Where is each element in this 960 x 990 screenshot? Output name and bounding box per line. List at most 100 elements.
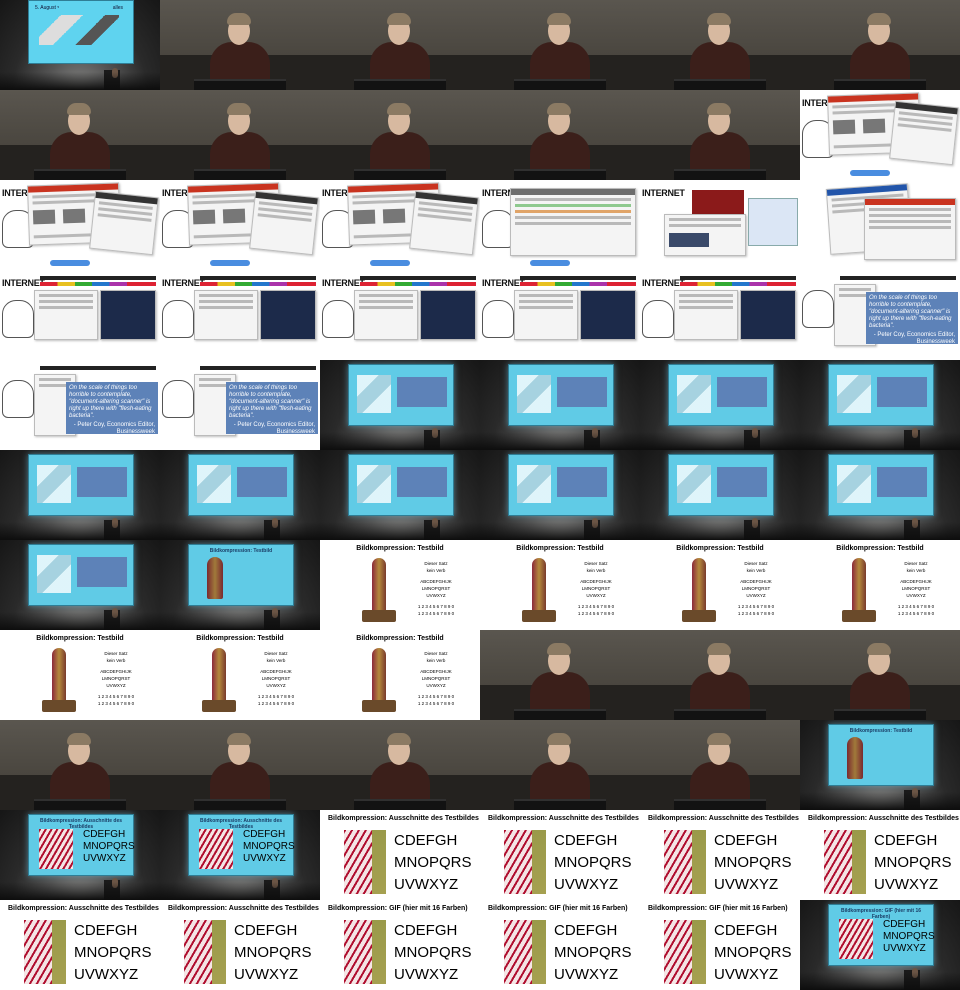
slide-website-collage-14: INTERNET [160, 180, 320, 270]
podium [834, 79, 926, 90]
slide-crop-60: Bildkompression: Ausschnitte des Testbil… [800, 810, 960, 900]
speaker-frame-52 [480, 720, 640, 810]
projection-frame-33 [320, 450, 480, 540]
podium [194, 799, 286, 810]
projected-slide [828, 454, 934, 516]
projected-slide: Bildkompression: Testbild [828, 724, 934, 786]
slide-website-collage-13: INTERNET [0, 180, 160, 270]
slide-crop-58: Bildkompression: Ausschnitte des Testbil… [480, 810, 640, 900]
speaker-frame-5 [640, 0, 800, 90]
slide-gif-65: Bildkompression: GIF (hier mit 16 Farben… [640, 900, 800, 990]
slide-testbild-44: Bildkompression: Testbild Dieser Satz ke… [160, 630, 320, 720]
plant-photo [522, 558, 556, 622]
slide-website-collage-22: INTERNET [480, 270, 640, 360]
speaker-frame-4 [480, 0, 640, 90]
projected-slide [348, 364, 454, 426]
projected-slide: Bildkompression: GIF (hier mit 16 Farben… [828, 904, 935, 966]
podium [674, 799, 766, 810]
slide-website-collage-17: INTERNET [640, 180, 800, 270]
speaker-frame-10 [480, 90, 640, 180]
podium [34, 169, 126, 180]
plant-photo [362, 648, 396, 712]
slide-website-collage-18 [800, 180, 960, 270]
slide-crop-62: Bildkompression: Ausschnitte des Testbil… [160, 900, 320, 990]
podium [674, 709, 766, 720]
projected-slide [828, 364, 934, 426]
podium [354, 79, 446, 90]
podium [194, 79, 286, 90]
projection-frame-30 [800, 360, 960, 450]
projection-frame-66: Bildkompression: GIF (hier mit 16 Farben… [800, 900, 960, 990]
projection-frame-55: Bildkompression: Ausschnitte des Testbil… [0, 810, 160, 900]
rage-face-icon [162, 300, 194, 338]
rage-face-icon [642, 300, 674, 338]
projected-slide [508, 364, 614, 426]
podium [514, 79, 606, 90]
podium [34, 799, 126, 810]
podium [834, 709, 926, 720]
podium [354, 799, 446, 810]
plant-photo [682, 558, 716, 622]
speaker-frame-3 [320, 0, 480, 90]
rage-face-icon [482, 300, 514, 338]
slide-website-collage-23: INTERNET [640, 270, 800, 360]
projected-slide: 5. August ⁵ alles [28, 0, 134, 64]
projection-frame-1: 5. August ⁵ alles [0, 0, 160, 90]
slide-website-collage-19: INTERNET [0, 270, 160, 360]
speaker-frame-8 [160, 90, 320, 180]
speaker-frame-48 [800, 630, 960, 720]
speaker-frame-2 [160, 0, 320, 90]
slide-crop-61: Bildkompression: Ausschnitte des Testbil… [0, 900, 160, 990]
projected-slide: Bildkompression: Testbild [188, 544, 294, 606]
slide-gif-64: Bildkompression: GIF (hier mit 16 Farben… [480, 900, 640, 990]
projected-slide: Bildkompression: Ausschnitte des Testbil… [28, 814, 135, 876]
speaker-frame-6 [800, 0, 960, 90]
projected-slide [348, 454, 454, 516]
projection-frame-29 [640, 360, 800, 450]
projection-frame-38: Bildkompression: Testbild [160, 540, 320, 630]
rage-face-icon [322, 300, 354, 338]
projection-frame-36 [800, 450, 960, 540]
plant-photo [842, 558, 876, 622]
video-frame-grid: 5. August ⁵ alles INTERNET INTERNET INTE… [0, 0, 960, 990]
slide-website-collage-16: INTERNET [480, 180, 640, 270]
slide-testbild-40: Bildkompression: Testbild Dieser Satz ke… [480, 540, 640, 630]
news-banner [692, 190, 744, 214]
projection-frame-28 [480, 360, 640, 450]
slide-testbild-45: Bildkompression: Testbild Dieser Satz ke… [320, 630, 480, 720]
slide-testbild-43: Bildkompression: Testbild Dieser Satz ke… [0, 630, 160, 720]
podium [514, 799, 606, 810]
slide-testbild-41: Bildkompression: Testbild Dieser Satz ke… [640, 540, 800, 630]
plant-photo [202, 648, 236, 712]
projection-frame-34 [480, 450, 640, 540]
quote-box: On the scale of things too horrible to c… [866, 292, 958, 345]
projection-frame-32 [160, 450, 320, 540]
slide-website-collage-20: INTERNET [160, 270, 320, 360]
projected-slide [508, 454, 614, 516]
speaker-frame-50 [160, 720, 320, 810]
speaker-frame-11 [640, 90, 800, 180]
speaker-frame-7 [0, 90, 160, 180]
speaker-frame-46 [480, 630, 640, 720]
podium [514, 709, 606, 720]
slide-quote-26: On the scale of things too horrible to c… [160, 360, 320, 450]
projection-frame-56: Bildkompression: Ausschnitte des Testbil… [160, 810, 320, 900]
speaker-frame-51 [320, 720, 480, 810]
speaker-frame-53 [640, 720, 800, 810]
projected-slide [668, 454, 774, 516]
projected-slide [188, 454, 294, 516]
projection-frame-31 [0, 450, 160, 540]
projected-slide [28, 544, 134, 606]
slide-crop-59: Bildkompression: Ausschnitte des Testbil… [640, 810, 800, 900]
podium [674, 169, 766, 180]
slide-testbild-42: Bildkompression: Testbild Dieser Satz ke… [800, 540, 960, 630]
slide-quote-25: On the scale of things too horrible to c… [0, 360, 160, 450]
projection-frame-54: Bildkompression: Testbild [800, 720, 960, 810]
rage-face-icon [162, 380, 194, 418]
slide-website-collage-15: INTERNET [320, 180, 480, 270]
plant-photo [42, 648, 76, 712]
slide-website-collage-21: INTERNET [320, 270, 480, 360]
projected-slide: Bildkompression: Ausschnitte des Testbil… [188, 814, 295, 876]
rage-face-icon [802, 290, 834, 328]
podium [354, 169, 446, 180]
